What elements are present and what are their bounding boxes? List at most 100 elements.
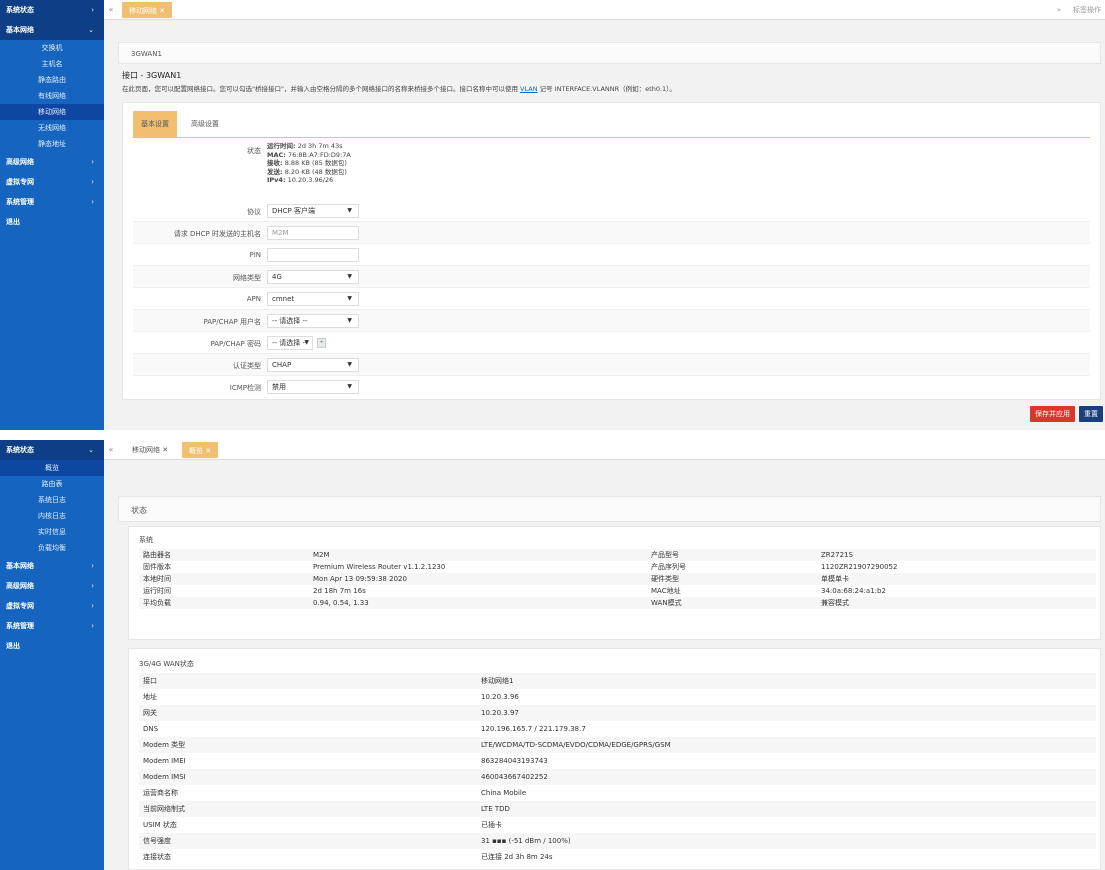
row-auth-type: 认证类型 CHAP ▼ [133,354,1090,376]
auth-type-value: CHAP [272,361,292,369]
protocol-select[interactable]: DHCP 客户端 ▼ [267,204,359,218]
table-key: 当前网络制式 [139,801,477,817]
row-pap-pass: PAP/CHAP 密码 -- 请选择 -- ▼ • [133,332,1090,354]
table-value: LTE/WCDMA/TD-SCDMA/EVDO/CDMA/EDGE/GPRS/G… [477,737,1096,753]
table-row: 本地时间 Mon Apr 13 09:59:38 2020 硬件类型 单模单卡 [139,573,1096,585]
pap-pass-value: -- 请选择 -- [272,339,308,347]
tab-label: 移动网络 [129,7,157,15]
sidebar-item-overview[interactable]: 概览 [0,460,104,476]
chevron-down-icon: ⌄ [88,26,94,34]
chevron-right-icon: › [91,622,94,630]
table-value: 863284043193743 [481,757,548,765]
rx-value: 8.88 KB (85 数据包) [284,159,347,167]
tab-scroll-left-button[interactable]: « [104,0,118,20]
pap-pass-select[interactable]: -- 请选择 -- ▼ [267,336,313,350]
reset-button[interactable]: 重置 [1079,406,1103,422]
table-value: 2d 18h 7m 16s [313,587,366,595]
description-text: 记号 INTERFACE.VLANNR（例如：eth0.1）。 [537,85,676,93]
tab-scroll-right-button[interactable]: » [1057,6,1061,14]
sidebar-item-hostname[interactable]: 主机名 [0,56,104,72]
sidebar-group-system-management[interactable]: 系统管理 › [0,616,104,636]
sidebar-group-label: 虚拟专网 [6,178,34,186]
tab-bar: « 移动网络 ✕ 概览 ✕ [104,440,1105,460]
tab-mobile-network[interactable]: 移动网络 ✕ [126,442,175,458]
subtab-basic-settings[interactable]: 基本设置 [133,111,177,137]
chevron-right-icon: › [91,198,94,206]
row-network-type: 网络类型 4G ▼ [133,266,1090,288]
row-pap-user: PAP/CHAP 用户名 -- 请选择 -- ▼ [133,310,1090,332]
sidebar-group-vpn[interactable]: 虚拟专网 › [0,596,104,616]
icmp-select[interactable]: 禁用 ▼ [267,380,359,394]
sidebar-item-switch[interactable]: 交换机 [0,40,104,56]
close-icon[interactable]: ✕ [159,7,165,15]
pin-input[interactable] [267,248,359,262]
table-key: 接口 [139,673,477,689]
sidebar-item-wireless-network[interactable]: 无线网络 [0,120,104,136]
subtab-advanced-settings[interactable]: 高级设置 [183,111,227,137]
mac-value: 76:8B:A7:FD:D9:7A [287,150,351,159]
sidebar-item-realtime-info[interactable]: 实时信息 [0,524,104,540]
table-key: 产品型号 [647,549,817,561]
interface-name: 3GWAN1 [131,50,162,58]
table-value: M2M [309,549,647,561]
pap-user-label: PAP/CHAP 用户名 [203,318,261,326]
sidebar-item-load-balance[interactable]: 负载均衡 [0,540,104,556]
sidebar-group-label: 基本网络 [6,562,34,570]
table-row: 地址 10.20.3.96 [139,689,1096,705]
sidebar-item-routing-table[interactable]: 路由表 [0,476,104,492]
table-row: 网关 10.20.3.97 [139,705,1096,721]
dropdown-arrow-icon: ▼ [347,317,352,324]
sidebar-item-wired-network[interactable]: 有线网络 [0,88,104,104]
pap-user-select[interactable]: -- 请选择 -- ▼ [267,314,359,328]
sidebar-item-kernel-log[interactable]: 内核日志 [0,508,104,524]
table-key: 固件版本 [143,563,171,571]
sidebar-item-static-route[interactable]: 静态路由 [0,72,104,88]
network-type-select[interactable]: 4G ▼ [267,270,359,284]
table-key: 地址 [143,693,157,701]
sidebar-group-advanced-network[interactable]: 高级网络 › [0,152,104,172]
sidebar-group-basic-network[interactable]: 基本网络 › [0,556,104,576]
table-row: 固件版本 Premium Wireless Router v1.1.2.1230 产… [139,561,1096,573]
tab-operations[interactable]: » 标签操作 [1057,0,1105,20]
table-row: Modem IMSI 460043667402252 [139,769,1096,785]
sidebar-group-label: 系统状态 [6,6,34,14]
sidebar-item-logout[interactable]: 退出 [0,212,104,232]
ipv4-label: IPv4: [267,176,286,184]
sidebar-group-label: 高级网络 [6,582,34,590]
vlan-link[interactable]: VLAN [520,85,538,93]
close-icon[interactable]: ✕ [162,446,168,454]
table-value: 10.20.3.96 [481,693,519,701]
tab-mobile-network[interactable]: 移动网络 ✕ [122,2,173,18]
close-icon[interactable]: ✕ [205,447,211,455]
save-apply-button[interactable]: 保存并应用 [1030,406,1075,422]
pap-user-value: -- 请选择 -- [272,317,308,325]
settings-card: 基本设置 高级设置 状态 运行时间: 2d 3h 7m 43s MAC: 76:… [122,102,1101,400]
icmp-value: 禁用 [272,383,286,391]
sidebar-item-system-log[interactable]: 系统日志 [0,492,104,508]
sidebar-item-static-address[interactable]: 静态地址 [0,136,104,152]
dhcp-hostname-input[interactable]: M2M [267,226,359,240]
table-value: Premium Wireless Router v1.1.2.1230 [313,563,446,571]
table-value: ZR2721S [817,549,1096,561]
tab-scroll-left-button[interactable]: « [104,440,118,460]
dropdown-arrow-icon: ▼ [347,295,352,302]
sidebar-group-system-status[interactable]: 系统状态 ⌄ [0,440,104,460]
apn-select[interactable]: cmnet ▼ [267,292,359,306]
tab-overview[interactable]: 概览 ✕ [182,442,219,458]
auth-type-select[interactable]: CHAP ▼ [267,358,359,372]
chevron-right-icon: › [91,6,94,14]
table-key: Modem 类型 [139,737,477,753]
show-password-icon[interactable]: • [317,338,326,348]
table-key: 网关 [139,705,477,721]
row-icmp: ICMP检测 禁用 ▼ [133,376,1090,398]
sidebar-group-system-management[interactable]: 系统管理 › [0,192,104,212]
sidebar-group-vpn[interactable]: 虚拟专网 › [0,172,104,192]
sidebar-item-mobile-network[interactable]: 移动网络 [0,104,104,120]
table-key: 运营商名称 [143,789,178,797]
sidebar-group-advanced-network[interactable]: 高级网络 › [0,576,104,596]
sidebar-group-system-status[interactable]: 系统状态 › [0,0,104,20]
chevron-right-icon: › [91,562,94,570]
sidebar-group-basic-network[interactable]: 基本网络 ⌄ [0,20,104,40]
table-row: Modem IMEI 863284043193743 [139,753,1096,769]
sidebar-item-logout[interactable]: 退出 [0,636,104,656]
